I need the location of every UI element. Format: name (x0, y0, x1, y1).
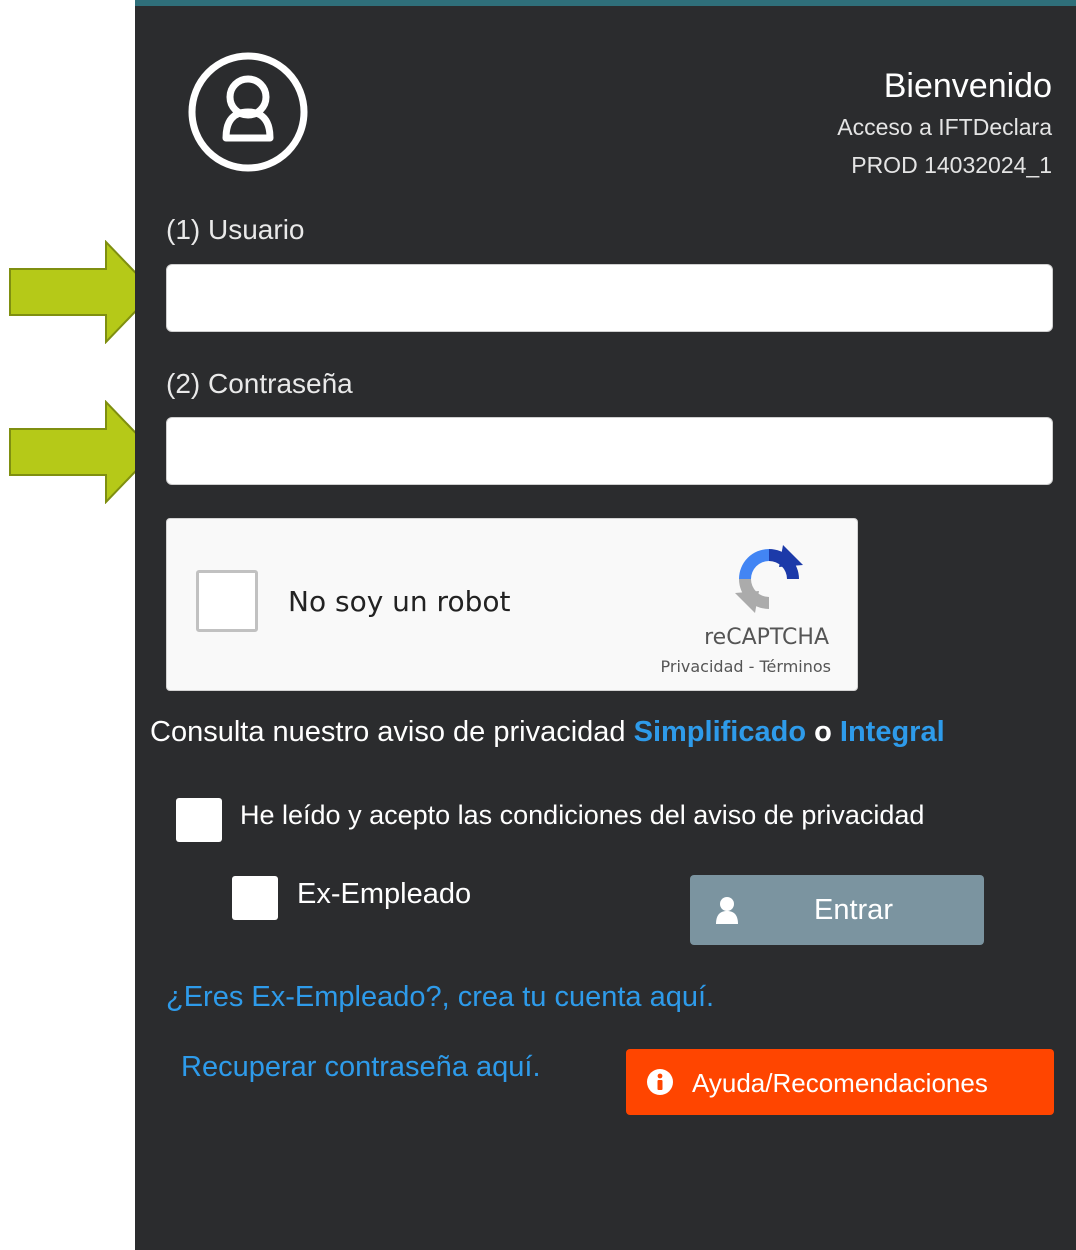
login-button-label: Entrar (814, 894, 893, 926)
recaptcha-links: Privacidad - Términos (661, 657, 831, 676)
accept-privacy-checkbox[interactable] (176, 798, 222, 842)
username-input[interactable] (166, 264, 1053, 332)
privacy-notice: Consulta nuestro aviso de privacidad Sim… (150, 716, 1070, 749)
privacy-integral-link[interactable]: Integral (840, 716, 945, 748)
version-label: PROD 14032024_1 (851, 152, 1052, 178)
recaptcha-privacy-link[interactable]: Privacidad (661, 657, 744, 676)
recaptcha-separator: - (743, 657, 760, 676)
privacy-simplified-link[interactable]: Simplificado (634, 716, 806, 748)
user-icon (716, 897, 738, 924)
welcome-title: Bienvenido (883, 67, 1052, 105)
recaptcha-label: No soy un robot (288, 585, 511, 618)
info-circle-icon (647, 1069, 673, 1095)
privacy-text: Consulta nuestro aviso de privacidad (150, 716, 626, 748)
create-account-link[interactable]: ¿Eres Ex-Empleado?, crea tu cuenta aquí. (166, 981, 714, 1014)
privacy-conjunction: o (814, 716, 832, 748)
ex-employee-checkbox[interactable] (232, 876, 278, 920)
welcome-subtitle: Acceso a IFTDeclara (837, 114, 1052, 140)
recaptcha-logo-icon (735, 545, 803, 613)
recaptcha-terms-link[interactable]: Términos (760, 657, 832, 676)
password-input[interactable] (166, 417, 1053, 485)
recaptcha-checkbox[interactable] (196, 570, 258, 632)
username-label: (1) Usuario (166, 214, 305, 245)
password-label: (2) Contraseña (166, 368, 353, 399)
ex-employee-label: Ex-Empleado (297, 878, 472, 910)
recaptcha-widget: No soy un robot reCAPTCHA Privacidad - T… (166, 518, 858, 691)
recaptcha-brand: reCAPTCHA (704, 625, 829, 650)
help-button[interactable]: Ayuda/Recomendaciones (626, 1049, 1054, 1115)
accept-privacy-label: He leído y acepto las condiciones del av… (240, 800, 925, 830)
recover-password-link[interactable]: Recuperar contraseña aquí. (181, 1051, 541, 1084)
welcome-header: Bienvenido Acceso a IFTDeclara PROD 1403… (837, 64, 1052, 184)
user-circle-icon (188, 52, 308, 172)
annotation-arrow-icon (9, 240, 156, 344)
login-button[interactable]: Entrar (690, 875, 984, 945)
help-button-label: Ayuda/Recomendaciones (692, 1068, 988, 1098)
annotation-arrow-icon (9, 400, 156, 504)
